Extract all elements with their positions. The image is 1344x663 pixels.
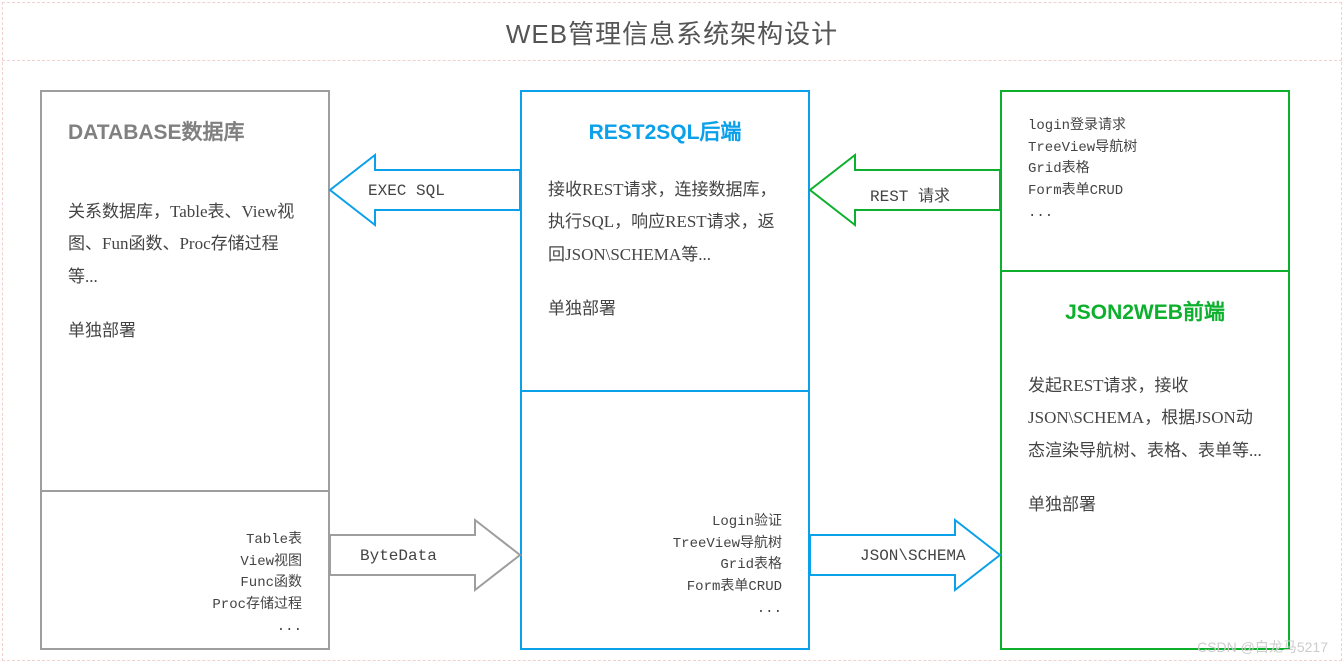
arrow-bytedata-label: ByteData xyxy=(360,547,437,565)
database-head: DATABASE数据库 关系数据库，Table表、View视图、Fun函数、Pr… xyxy=(42,92,328,492)
json2web-main: JSON2WEB前端 发起REST请求，接收JSON\SCHEMA，根据JSON… xyxy=(1002,272,1288,648)
json2web-top-lines: login登录请求TreeView导航树Grid表格Form表单CRUD... xyxy=(1028,116,1262,224)
rest2sql-sub: Login验证TreeView导航树Grid表格Form表单CRUD... xyxy=(522,392,808,648)
json2web-heading: JSON2WEB前端 xyxy=(1028,296,1262,326)
database-sub: Table表View视图Func函数Proc存储过程... xyxy=(42,492,328,648)
arrow-exec-sql-label: EXEC SQL xyxy=(368,182,445,200)
database-deploy: 单独部署 xyxy=(68,315,302,347)
rest2sql-head: REST2SQL后端 接收REST请求，连接数据库，执行SQL，响应REST请求… xyxy=(522,92,808,392)
diagram-title: WEB管理信息系统架构设计 xyxy=(0,14,1344,51)
rest2sql-deploy: 单独部署 xyxy=(548,293,782,325)
watermark: CSDN @白龙马5217 xyxy=(1197,637,1328,657)
database-heading: DATABASE数据库 xyxy=(68,116,302,146)
rest2sql-sub-lines: Login验证TreeView导航树Grid表格Form表单CRUD... xyxy=(548,512,782,620)
rest2sql-column: REST2SQL后端 接收REST请求，连接数据库，执行SQL，响应REST请求… xyxy=(520,90,810,650)
database-column: DATABASE数据库 关系数据库，Table表、View视图、Fun函数、Pr… xyxy=(40,90,330,650)
rest2sql-heading: REST2SQL后端 xyxy=(548,116,782,146)
arrow-json-schema-label: JSON\SCHEMA xyxy=(860,547,966,565)
rest2sql-body: 接收REST请求，连接数据库，执行SQL，响应REST请求，返回JSON\SCH… xyxy=(548,174,782,271)
arrow-rest-request-label: REST 请求 xyxy=(870,182,950,206)
diagram-canvas: DATABASE数据库 关系数据库，Table表、View视图、Fun函数、Pr… xyxy=(0,60,1344,660)
json2web-body: 发起REST请求，接收JSON\SCHEMA，根据JSON动态渲染导航树、表格、… xyxy=(1028,370,1262,467)
database-body: 关系数据库，Table表、View视图、Fun函数、Proc存储过程等... xyxy=(68,196,302,293)
database-sub-lines: Table表View视图Func函数Proc存储过程... xyxy=(68,530,302,638)
json2web-column: login登录请求TreeView导航树Grid表格Form表单CRUD... … xyxy=(1000,90,1290,650)
json2web-top: login登录请求TreeView导航树Grid表格Form表单CRUD... xyxy=(1002,92,1288,272)
json2web-deploy: 单独部署 xyxy=(1028,489,1262,521)
